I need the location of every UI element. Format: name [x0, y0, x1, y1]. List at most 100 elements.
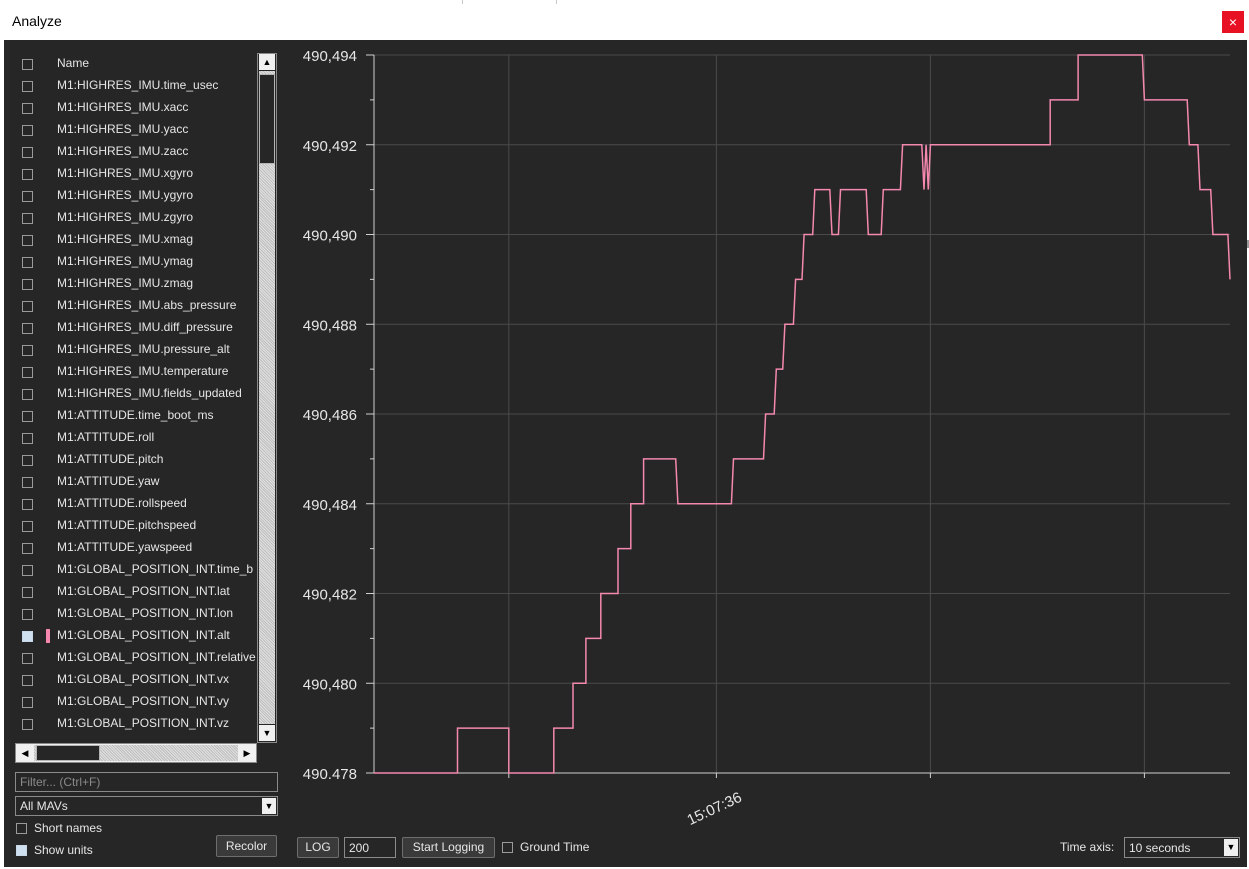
list-item[interactable]: M1:HIGHRES_IMU.time_usec [14, 75, 261, 97]
list-item[interactable]: M1:HIGHRES_IMU.abs_pressure [14, 295, 261, 317]
log-interval-input[interactable]: 200 [344, 837, 396, 858]
chevron-down-icon[interactable]: ▼ [1224, 839, 1238, 856]
item-checkbox[interactable] [22, 631, 33, 642]
item-checkbox[interactable] [22, 565, 33, 576]
item-label: M1:ATTITUDE.yaw [57, 474, 160, 488]
list-item[interactable]: M1:GLOBAL_POSITION_INT.lon [14, 603, 261, 625]
list-item[interactable]: M1:GLOBAL_POSITION_INT.vx [14, 669, 261, 691]
list-item[interactable]: M1:HIGHRES_IMU.ymag [14, 251, 261, 273]
time-axis-select[interactable]: 10 seconds ▼ [1124, 837, 1240, 858]
variable-list[interactable]: Name M1:HIGHRES_IMU.time_usec M1:HIGHRES_… [14, 53, 261, 743]
short-names-box[interactable] [16, 823, 27, 834]
item-checkbox[interactable] [22, 323, 33, 334]
item-checkbox[interactable] [22, 389, 33, 400]
list-item[interactable]: M1:GLOBAL_POSITION_INT.alt [14, 625, 261, 647]
list-item[interactable]: M1:GLOBAL_POSITION_INT.time_b [14, 559, 261, 581]
horizontal-scrollbar[interactable]: ◀ ▶ [15, 743, 257, 763]
list-item[interactable]: M1:HIGHRES_IMU.xacc [14, 97, 261, 119]
list-item[interactable]: M1:HIGHRES_IMU.zmag [14, 273, 261, 295]
list-item[interactable]: M1:ATTITUDE.pitchspeed [14, 515, 261, 537]
item-checkbox[interactable] [22, 521, 33, 532]
item-checkbox[interactable] [22, 125, 33, 136]
item-checkbox[interactable] [22, 719, 33, 730]
y-tick-label: 490,486 [303, 407, 357, 424]
scroll-left-arrow-icon[interactable]: ◀ [17, 745, 33, 761]
item-checkbox[interactable] [22, 455, 33, 466]
list-item[interactable]: M1:HIGHRES_IMU.zgyro [14, 207, 261, 229]
header-checkbox[interactable] [22, 59, 33, 70]
item-checkbox[interactable] [22, 103, 33, 114]
y-tick-label: 490,484 [303, 497, 357, 514]
item-checkbox[interactable] [22, 697, 33, 708]
scroll-up-arrow-icon[interactable]: ▲ [259, 54, 275, 70]
mav-select[interactable]: All MAVs ▼ [15, 796, 278, 816]
scroll-track[interactable] [259, 71, 275, 724]
item-checkbox[interactable] [22, 213, 33, 224]
item-checkbox[interactable] [22, 147, 33, 158]
start-logging-button[interactable]: Start Logging [402, 837, 495, 858]
item-label: M1:HIGHRES_IMU.fields_updated [57, 386, 242, 400]
list-item[interactable]: M1:ATTITUDE.pitch [14, 449, 261, 471]
item-checkbox[interactable] [22, 433, 33, 444]
list-item[interactable]: M1:GLOBAL_POSITION_INT.lat [14, 581, 261, 603]
list-item[interactable]: M1:GLOBAL_POSITION_INT.vy [14, 691, 261, 713]
list-item[interactable]: M1:HIGHRES_IMU.yacc [14, 119, 261, 141]
item-label: M1:HIGHRES_IMU.pressure_alt [57, 342, 230, 356]
item-checkbox[interactable] [22, 345, 33, 356]
list-item[interactable]: M1:HIGHRES_IMU.zacc [14, 141, 261, 163]
chevron-down-icon[interactable]: ▼ [262, 798, 276, 814]
item-checkbox[interactable] [22, 367, 33, 378]
item-checkbox[interactable] [22, 169, 33, 180]
list-item[interactable]: M1:HIGHRES_IMU.xmag [14, 229, 261, 251]
list-item[interactable]: M1:ATTITUDE.yawspeed [14, 537, 261, 559]
list-item[interactable]: M1:HIGHRES_IMU.fields_updated [14, 383, 261, 405]
ground-time-box[interactable] [502, 842, 513, 853]
filter-input[interactable]: Filter... (Ctrl+F) [15, 772, 278, 792]
list-item[interactable]: M1:ATTITUDE.roll [14, 427, 261, 449]
vertical-scrollbar[interactable]: ▲ ▼ [257, 53, 277, 743]
list-header: Name [14, 53, 261, 75]
item-checkbox[interactable] [22, 279, 33, 290]
item-checkbox[interactable] [22, 235, 33, 246]
list-item[interactable]: M1:HIGHRES_IMU.pressure_alt [14, 339, 261, 361]
item-checkbox[interactable] [22, 411, 33, 422]
item-label: M1:HIGHRES_IMU.zmag [57, 276, 194, 290]
item-label: M1:HIGHRES_IMU.xmag [57, 232, 194, 246]
log-button[interactable]: LOG [297, 837, 339, 858]
item-checkbox[interactable] [22, 477, 33, 488]
list-item[interactable]: M1:ATTITUDE.time_boot_ms [14, 405, 261, 427]
list-item[interactable]: M1:ATTITUDE.rollspeed [14, 493, 261, 515]
item-checkbox[interactable] [22, 301, 33, 312]
list-item[interactable]: M1:HIGHRES_IMU.ygyro [14, 185, 261, 207]
list-item[interactable]: M1:GLOBAL_POSITION_INT.vz [14, 713, 261, 735]
item-checkbox[interactable] [22, 191, 33, 202]
hscroll-thumb[interactable] [36, 745, 100, 761]
y-tick-label: 490,492 [303, 138, 357, 155]
list-item[interactable]: M1:ATTITUDE.yaw [14, 471, 261, 493]
item-label: M1:ATTITUDE.time_boot_ms [57, 408, 214, 422]
list-item[interactable]: M1:GLOBAL_POSITION_INT.relative [14, 647, 261, 669]
item-checkbox[interactable] [22, 609, 33, 620]
scroll-right-arrow-icon[interactable]: ▶ [239, 745, 255, 761]
item-label: M1:HIGHRES_IMU.diff_pressure [57, 320, 233, 334]
show-units-box[interactable] [16, 845, 27, 856]
plot-area[interactable]: 490.478 490,480 490,482 490,484 490,486 490,4… [284, 40, 1247, 830]
item-checkbox[interactable] [22, 543, 33, 554]
item-checkbox[interactable] [22, 587, 33, 598]
item-checkbox[interactable] [22, 653, 33, 664]
list-item[interactable]: M1:HIGHRES_IMU.xgyro [14, 163, 261, 185]
close-button[interactable]: × [1222, 11, 1244, 33]
list-item[interactable]: M1:HIGHRES_IMU.diff_pressure [14, 317, 261, 339]
item-checkbox[interactable] [22, 675, 33, 686]
item-checkbox[interactable] [22, 81, 33, 92]
list-item[interactable]: M1:HIGHRES_IMU.temperature [14, 361, 261, 383]
scroll-thumb[interactable] [259, 74, 275, 164]
scroll-down-arrow-icon[interactable]: ▼ [259, 725, 275, 741]
item-checkbox[interactable] [22, 499, 33, 510]
series-color-swatch[interactable] [46, 629, 50, 643]
recolor-button[interactable]: Recolor [216, 835, 277, 857]
item-label: M1:HIGHRES_IMU.zgyro [57, 210, 194, 224]
column-header-name[interactable]: Name [57, 56, 89, 70]
item-label: M1:GLOBAL_POSITION_INT.time_b [57, 562, 254, 576]
item-checkbox[interactable] [22, 257, 33, 268]
